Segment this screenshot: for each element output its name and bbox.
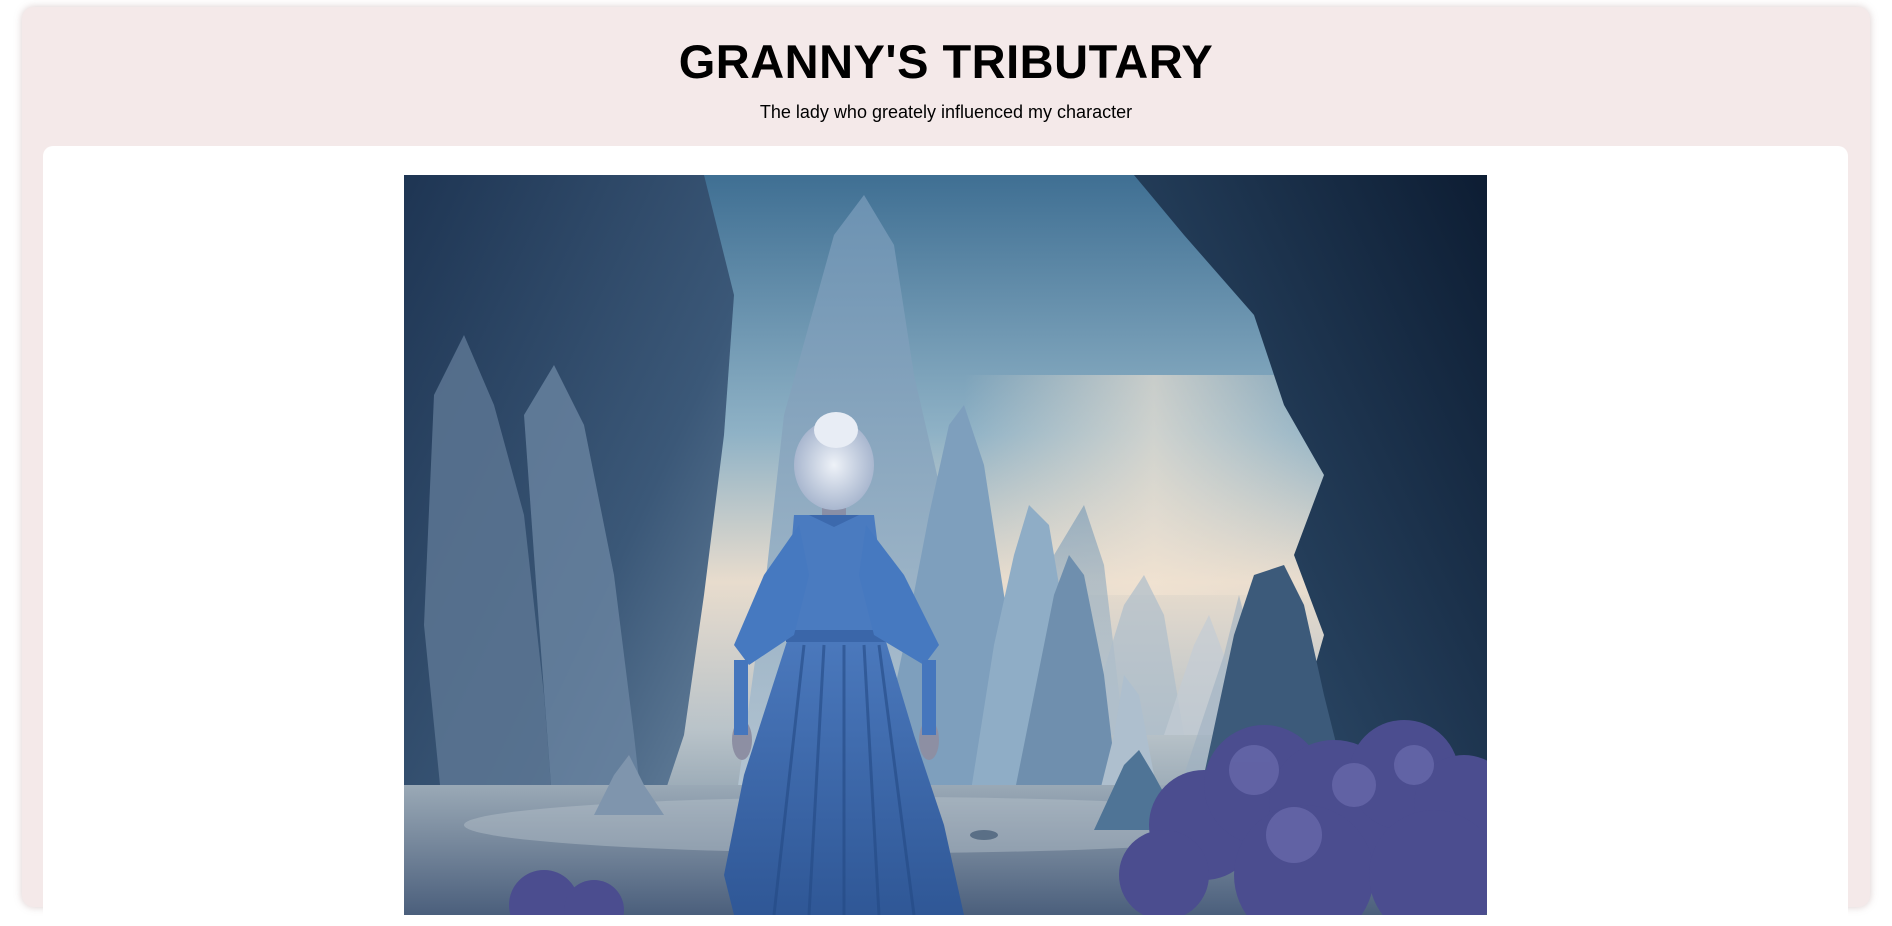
- page-subtitle: The lady who greately influenced my char…: [759, 102, 1133, 122]
- page-header: GRANNY'S TRIBUTARY The lady who greately…: [22, 7, 1870, 123]
- hero-image: [404, 175, 1487, 915]
- page-card: GRANNY'S TRIBUTARY The lady who greately…: [22, 7, 1870, 926]
- page-title: GRANNY'S TRIBUTARY: [678, 35, 1214, 88]
- content-panel: [43, 146, 1848, 926]
